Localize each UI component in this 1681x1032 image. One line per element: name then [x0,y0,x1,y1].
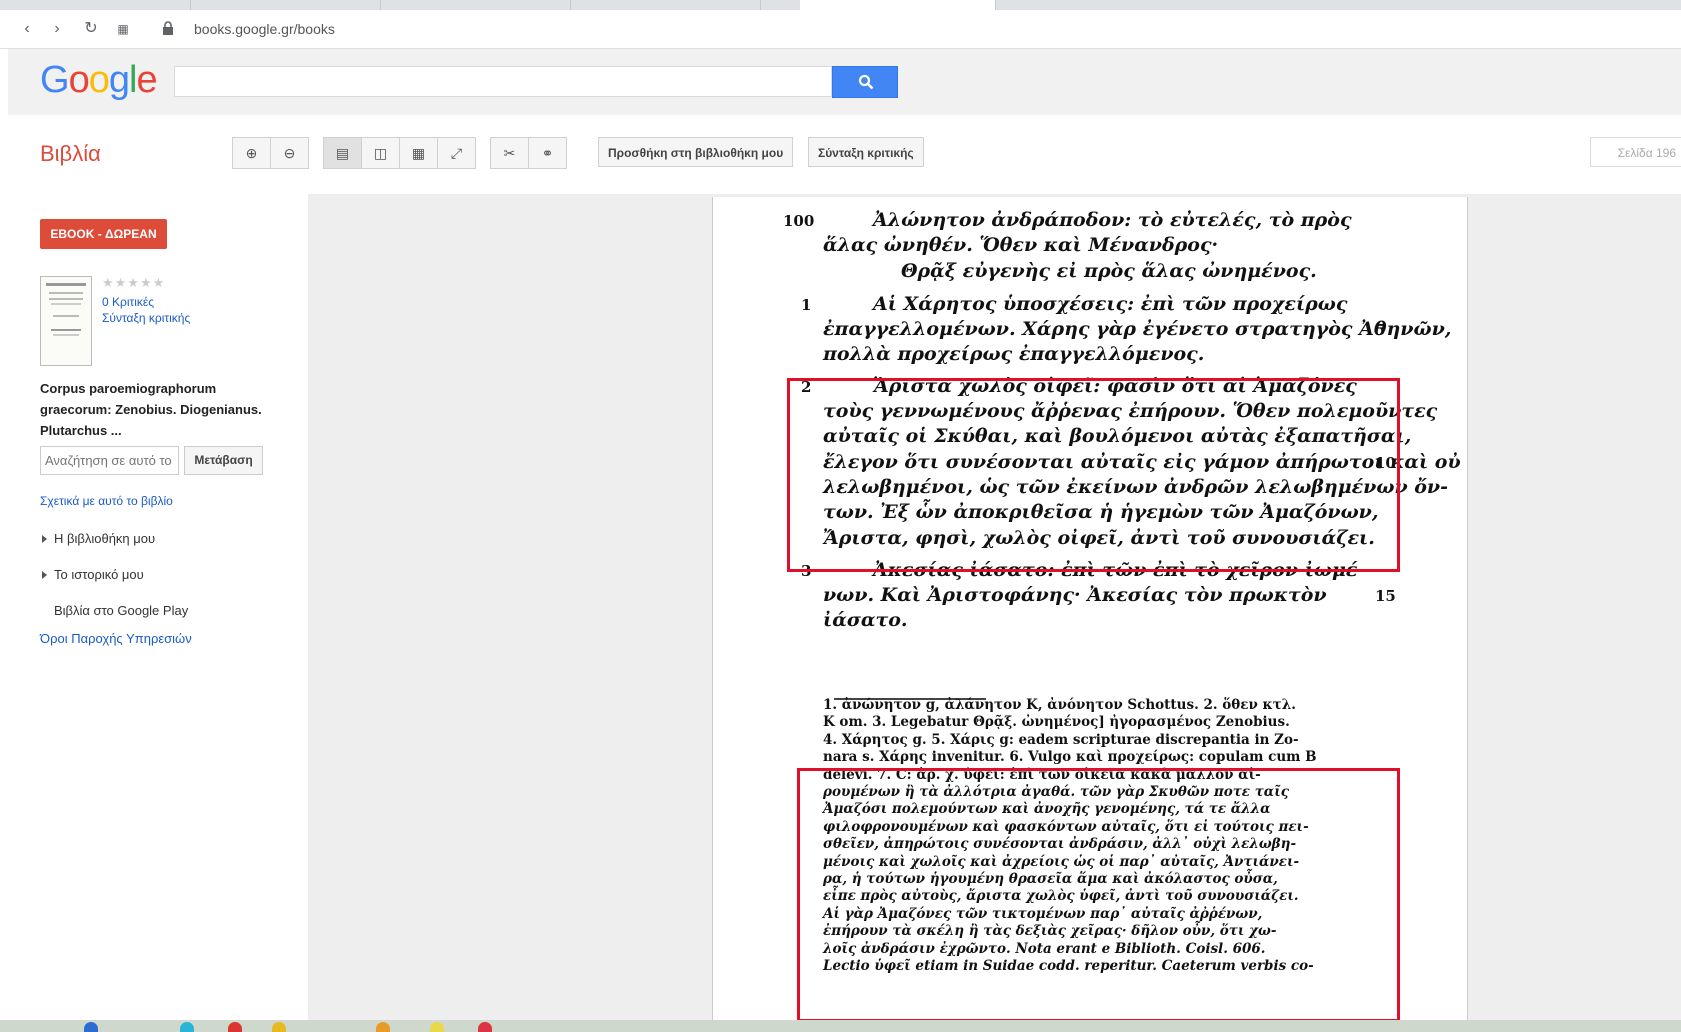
reviews-link[interactable]: 0 Κριτικές [102,295,154,309]
logo-letter: g [108,59,130,101]
app-icon[interactable] [180,1022,194,1032]
browser-tab-active[interactable] [800,0,996,10]
page-text-line: ἅλας ὠνηθέν. Ὅθεν καὶ Μένανδρος· [823,234,1219,256]
books-title[interactable]: Βιβλία [40,141,101,167]
logo-letter: G [40,59,70,101]
zoom-in-button[interactable]: ⊕ [232,137,271,169]
clip-button[interactable]: ✂ [490,137,529,169]
search-input[interactable] [174,66,832,97]
windows-icon[interactable] [84,1022,98,1032]
link-button[interactable]: ⚭ [528,137,567,169]
fullscreen-icon: ⤢ [450,144,463,161]
address-bar: ‹ › ↻ ▦ books.google.gr/books [0,10,1681,49]
about-book-link[interactable]: Σχετικά με αυτό το βιβλίο [40,494,173,508]
lock-icon [163,21,173,35]
page-number-field[interactable]: Σελίδα 196 [1590,137,1681,167]
page-text-line: νων. Καὶ Ἀριστοφάνης· Ἀκεσίας τὸν πρωκτὸ… [823,584,1327,606]
my-history-label: Το ιστορικό μου [54,567,144,582]
page-text-line: ἰάσατο. [823,609,908,631]
page-text-line: πολλὰ προχείρως ἐπαγγελλόμενος. [823,343,1205,365]
google-logo[interactable]: Google [40,59,158,102]
two-page-icon: ◫ [373,144,388,161]
zoom-out-icon: ⊖ [283,144,296,161]
browser-tab-strip [0,0,1681,10]
highlight-box-footnote [797,768,1400,1020]
google-header: Google [8,49,1681,115]
terms-link[interactable]: Όροι Παροχής Υπηρεσιών [40,631,192,646]
thumbnail-view-button[interactable]: ▦ [399,137,438,169]
back-icon[interactable]: ‹ [16,18,38,40]
zoom-group: ⊕ ⊖ [232,137,309,169]
page-text-line: Ἀλώνητον ἀνδράποδον: τὸ εὐτελές, τὸ πρὸς [873,209,1352,231]
logo-letter: o [68,59,90,101]
footnote-line: 1. ἀνώνητον g, ἀλάνητον K, ἀνόνητον Scho… [823,697,1296,713]
margin-line-number: 15 [1375,587,1396,605]
link-icon: ⚭ [541,144,554,161]
add-to-library-button[interactable]: Προσθήκη στη βιβλιοθήκη μου [598,137,794,167]
book-title[interactable]: Corpus paroemiographorum graecorum: Zeno… [40,378,270,441]
apps-grid-icon[interactable]: ▦ [112,18,134,40]
view-mode-group: ▤ ◫ ▦ ⤢ [323,137,476,169]
os-taskbar [0,1020,1681,1032]
forward-icon[interactable]: › [46,18,68,40]
write-review-button[interactable]: Σύνταξη κριτικής [808,137,924,167]
paragraph-number: 1 [801,296,812,314]
paragraph-number: 100 [783,212,815,230]
caret-right-icon [42,535,47,543]
fullscreen-button[interactable]: ⤢ [437,137,476,169]
page-text-line: Θρᾷξ εὐγενὴς εἰ πρὸς ἅλας ὠνημένος. [901,260,1317,282]
browser-tab[interactable] [380,0,571,10]
my-history-item[interactable]: Το ιστορικό μου [42,567,144,582]
go-button[interactable]: Μετάβαση [184,446,263,475]
ebook-free-button[interactable]: EBOOK - ΔΩΡΕΑΝ [40,219,167,249]
page-text-line: Αἱ Χάρητος ὑποσχέσεις: ἐπὶ τῶν προχείρως [873,293,1348,315]
page-text-line: ἐπαγγελλομένων. Χάρης γὰρ ἐγένετο στρατη… [823,318,1452,340]
single-page-view-button[interactable]: ▤ [323,137,362,169]
search-in-book-input[interactable] [40,446,179,475]
folder-icon[interactable] [272,1022,286,1032]
highlight-box-proverb [787,378,1400,572]
single-page-icon: ▤ [335,144,350,161]
app-icon[interactable] [376,1022,390,1032]
left-sidebar: EBOOK - ΔΩΡΕΑΝ ★★★★★ 0 Κριτικές Σύνταξη … [8,194,308,1020]
browser-tab[interactable] [0,0,191,10]
two-page-view-button[interactable]: ◫ [361,137,400,169]
search-button[interactable] [832,66,898,98]
logo-letter: o [88,59,110,101]
zoom-in-icon: ⊕ [245,144,258,161]
browser-tab[interactable] [570,0,761,10]
url-field[interactable]: books.google.gr/books [194,21,335,37]
caret-right-icon [42,571,47,579]
zoom-out-button[interactable]: ⊖ [270,137,309,169]
reload-icon[interactable]: ↻ [80,18,102,40]
grid-icon: ▦ [411,144,426,161]
book-viewer: 100 Ἀλώνητον ἀνδράποδον: τὸ εὐτελές, τὸ π… [308,194,1681,1020]
google-play-link[interactable]: Βιβλία στο Google Play [54,603,188,618]
rating-stars: ★★★★★ [102,275,166,290]
my-library-item[interactable]: Η βιβλιοθήκη μου [42,531,155,546]
clip-link-group: ✂ ⚭ [490,137,567,169]
logo-letter: e [136,59,157,101]
book-cover-thumbnail[interactable] [40,276,92,366]
my-library-label: Η βιβλιοθήκη μου [54,531,156,546]
books-toolbar: Βιβλία ⊕ ⊖ ▤ ◫ ▦ ⤢ ✂ ⚭ Προσθήκη στη βιβλ… [8,115,1681,195]
footnote-line: 4. Χάρητος g. 5. Χάρις g: eadem scriptur… [823,731,1299,748]
app-icon[interactable] [430,1022,444,1032]
scissors-icon: ✂ [503,144,516,161]
footnote-line: nara s. Χάρης invenitur. 6. Vulgo καὶ πρ… [823,749,1317,766]
chrome-icon[interactable] [228,1022,242,1032]
browser-tab[interactable] [190,0,381,10]
footnote-line: K om. 3. Legebatur Θρᾷξ. ὠνημένος] ἠγορα… [823,714,1290,731]
search-icon [858,74,874,90]
app-icon[interactable] [478,1022,492,1032]
book-page[interactable]: 100 Ἀλώνητον ἀνδράποδον: τὸ εὐτελές, τὸ π… [712,197,1468,1020]
write-review-link[interactable]: Σύνταξη κριτικής [102,311,190,325]
margin-line-number: 5 [1375,321,1386,339]
